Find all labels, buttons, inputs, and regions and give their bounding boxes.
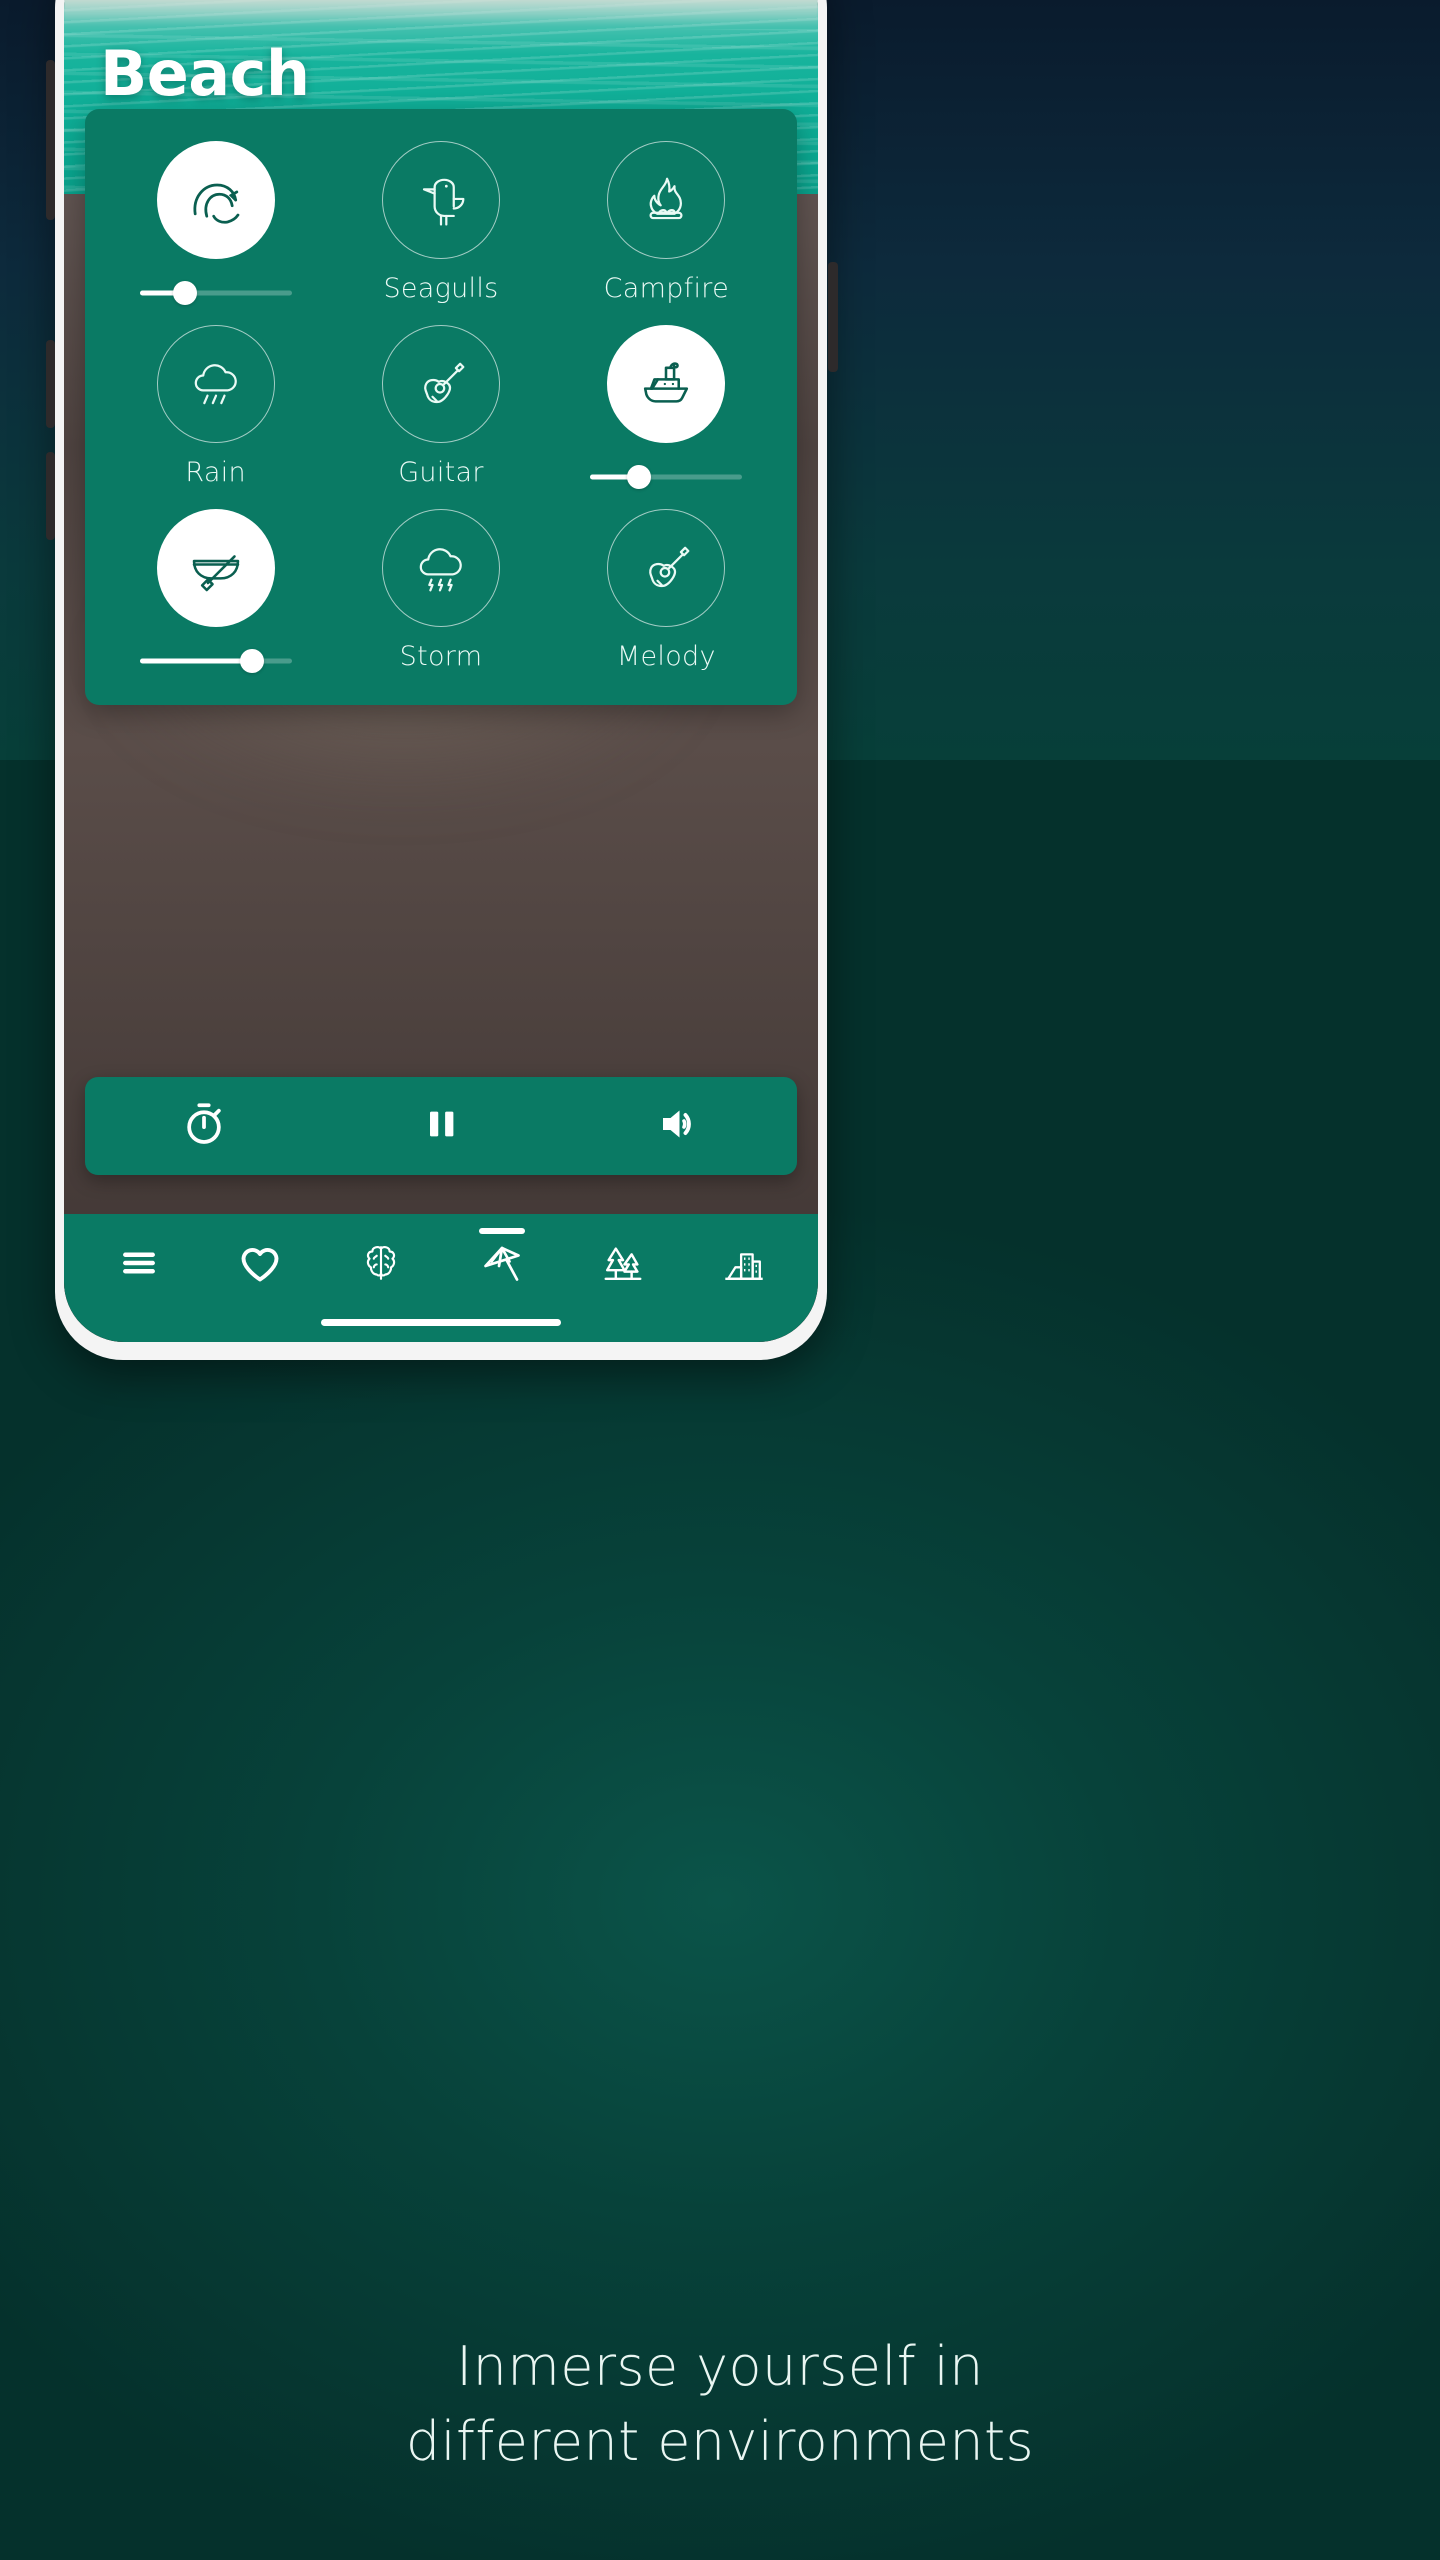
pause-icon: [419, 1102, 463, 1150]
campfire-icon[interactable]: [607, 141, 726, 259]
device-volume-down-button[interactable]: [46, 340, 55, 428]
nav-active-indicator: [478, 1228, 525, 1234]
slider-thumb[interactable]: [173, 281, 198, 305]
hamburger-menu-icon: [117, 1241, 161, 1289]
sound-label: Seagulls: [383, 273, 499, 304]
sound-tile-canoe[interactable]: [103, 503, 328, 681]
volume-slider-canoe[interactable]: [139, 641, 292, 681]
play-pause-button[interactable]: [322, 1077, 559, 1175]
nav-item-menu[interactable]: [78, 1214, 199, 1316]
sound-tile-waves[interactable]: [103, 135, 328, 313]
sound-tile-melody[interactable]: Melody: [554, 503, 779, 681]
heart-icon: [236, 1239, 284, 1291]
volume-button[interactable]: [560, 1077, 797, 1175]
volume-slider-ship[interactable]: [590, 457, 743, 497]
canoe-icon[interactable]: [156, 509, 275, 627]
sound-label: Rain: [185, 457, 246, 488]
timer-button[interactable]: [85, 1077, 322, 1175]
rain-cloud-icon[interactable]: [156, 325, 275, 443]
sound-label: Storm: [399, 641, 483, 672]
phone-screen: Beach Seagulls Campfire Rain Guitar Stor…: [64, 0, 818, 1342]
caption-line-1: Inmerse yourself in: [456, 2335, 984, 2398]
pine-trees-icon: [600, 1240, 646, 1290]
device-power-button[interactable]: [46, 452, 55, 540]
device-volume-up-button[interactable]: [46, 60, 55, 220]
volume-up-icon: [654, 1100, 702, 1152]
slider-fill: [139, 658, 253, 664]
sound-tile-rain[interactable]: Rain: [103, 319, 328, 497]
brain-icon: [358, 1240, 404, 1290]
sound-tile-guitar[interactable]: Guitar: [328, 319, 553, 497]
sound-label: Guitar: [398, 457, 484, 488]
wave-icon[interactable]: [156, 141, 275, 259]
sound-tile-seagulls[interactable]: Seagulls: [328, 135, 553, 313]
sound-label: Campfire: [603, 273, 729, 304]
page-title: Beach: [100, 37, 310, 110]
nav-item-mind[interactable]: [320, 1214, 441, 1316]
city-buildings-icon: [721, 1240, 767, 1290]
guitar-icon[interactable]: [381, 325, 500, 443]
sound-tile-ship[interactable]: [554, 319, 779, 497]
ship-icon[interactable]: [607, 325, 726, 443]
guitar-icon[interactable]: [607, 509, 726, 627]
nav-item-forest[interactable]: [562, 1214, 683, 1316]
stopwatch-icon: [179, 1099, 229, 1153]
sound-tile-campfire[interactable]: Campfire: [554, 135, 779, 313]
nav-item-beach[interactable]: [441, 1214, 562, 1316]
phone-frame: Beach Seagulls Campfire Rain Guitar Stor…: [55, 0, 827, 1360]
nav-item-city[interactable]: [683, 1214, 804, 1316]
storm-cloud-icon[interactable]: [381, 509, 500, 627]
playback-control-bar: [85, 1077, 797, 1175]
device-side-button[interactable]: [828, 262, 838, 372]
slider-thumb[interactable]: [626, 465, 651, 489]
sound-mixer-card: Seagulls Campfire Rain Guitar Storm Melo…: [85, 109, 797, 705]
sound-tile-storm[interactable]: Storm: [328, 503, 553, 681]
sound-grid: Seagulls Campfire Rain Guitar Storm Melo…: [103, 135, 779, 681]
home-indicator: [321, 1319, 561, 1326]
sound-label: Melody: [616, 641, 716, 672]
nav-item-favorites[interactable]: [199, 1214, 320, 1316]
slider-thumb[interactable]: [240, 649, 265, 673]
beach-umbrella-icon: [478, 1239, 526, 1291]
caption-line-2: different environments: [405, 2409, 1035, 2473]
marketing-caption: Inmerse yourself in different environmen…: [0, 2330, 1440, 2479]
seagull-icon[interactable]: [381, 141, 500, 259]
hero-surf-foam: [64, 0, 818, 27]
volume-slider-waves[interactable]: [139, 273, 292, 313]
